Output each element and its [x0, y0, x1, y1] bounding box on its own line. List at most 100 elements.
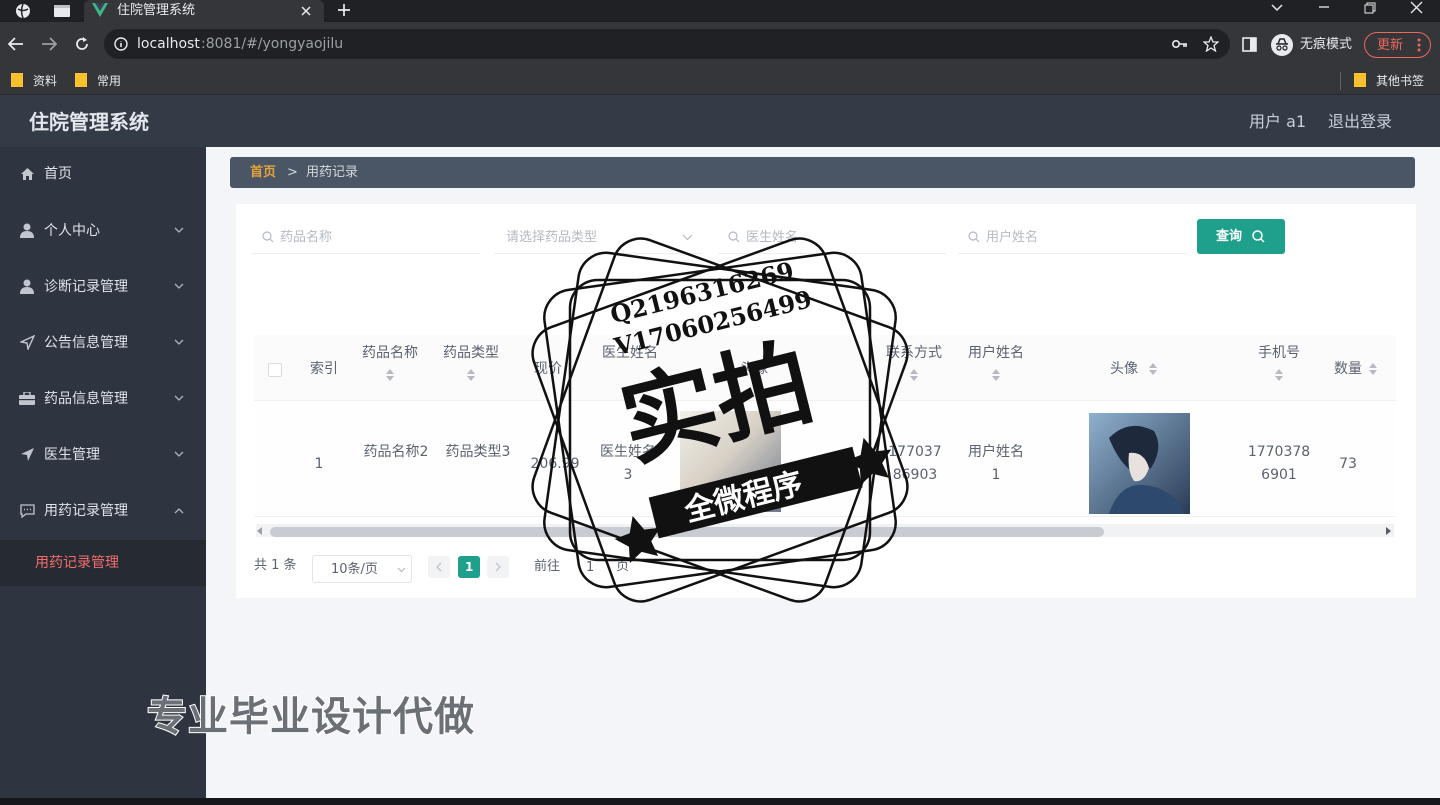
cell-doctor: 医生姓名3	[600, 444, 656, 483]
user-icon	[20, 223, 34, 238]
update-label: 更新	[1377, 38, 1404, 53]
more-icon[interactable]	[1417, 38, 1421, 52]
sidebar-item-diagnosis[interactable]: 诊断记录管理	[0, 264, 206, 310]
column-header[interactable]: 头像	[1094, 358, 1154, 381]
sort-icon[interactable]	[1149, 363, 1157, 375]
goto-page-input[interactable]: 1	[572, 555, 616, 581]
chevron-down-icon	[397, 567, 406, 573]
folder-icon	[75, 73, 87, 87]
info-icon[interactable]	[114, 37, 128, 51]
sidebar-item-notice[interactable]: 公告信息管理	[0, 320, 206, 366]
page-size-value: 10条/页	[331, 562, 378, 577]
scrollbar-thumb[interactable]	[270, 527, 1104, 537]
window-icon[interactable]	[53, 4, 71, 18]
sort-icon[interactable]	[992, 369, 1000, 381]
data-table: 索引 药品名称 药品类型 现价 医生姓名 头像 联系方式 用户姓名 头像 手机号…	[254, 335, 1396, 543]
user-avatar	[1089, 413, 1190, 514]
sidebar-item-doctors[interactable]: 医生管理	[0, 432, 206, 478]
query-button[interactable]: 查询	[1197, 219, 1285, 254]
user-name-placeholder: 用户姓名	[986, 230, 1039, 245]
bookmark-item[interactable]: 资料	[33, 75, 57, 87]
page-size-select[interactable]: 10条/页	[312, 555, 412, 583]
browser-toolbar: localhost :8081/#/yongyaojilu 无痕模式 更新	[0, 22, 1440, 67]
chevron-right-icon	[495, 562, 501, 572]
bookmarks-bar: 资料 常用 其他书签	[0, 67, 1440, 95]
next-page-button[interactable]	[487, 556, 509, 578]
briefcase-icon	[19, 392, 35, 405]
send-icon	[20, 335, 35, 350]
sort-icon[interactable]	[1369, 363, 1377, 375]
forward-icon[interactable]	[41, 37, 57, 51]
doctor-avatar	[680, 411, 781, 512]
scroll-left-icon[interactable]	[257, 527, 263, 535]
chevron-down-icon	[682, 234, 693, 241]
sidebar-item-drugs[interactable]: 药品信息管理	[0, 376, 206, 422]
close-tab-icon[interactable]	[300, 5, 312, 17]
back-icon[interactable]	[8, 37, 24, 51]
user-name-field[interactable]: 用户姓名	[958, 219, 1186, 254]
chevron-left-icon	[436, 562, 442, 572]
reload-icon[interactable]	[74, 36, 90, 52]
sidebar-item-medication[interactable]: 用药记录管理	[0, 488, 206, 534]
column-header[interactable]: 索引	[304, 358, 344, 381]
incognito-label: 无痕模式	[1300, 37, 1353, 52]
horizontal-scrollbar[interactable]	[256, 524, 1394, 537]
column-header[interactable]: 联系方式	[874, 342, 954, 381]
globe-icon[interactable]	[15, 3, 31, 19]
sort-icon[interactable]	[1275, 369, 1283, 381]
home-icon	[21, 168, 34, 180]
address-bar[interactable]: localhost :8081/#/yongyaojilu	[104, 29, 1230, 59]
column-header[interactable]: 手机号	[1239, 342, 1319, 381]
drug-type-select[interactable]: 请选择药品类型	[494, 219, 702, 254]
pagination-total: 共 1 条	[254, 558, 297, 573]
scroll-right-icon[interactable]	[1386, 527, 1392, 535]
column-header[interactable]: 数量	[1328, 358, 1368, 381]
column-header[interactable]: 医生姓名	[594, 342, 666, 365]
drug-name-field[interactable]: 药品名称	[252, 219, 480, 254]
doctor-name-field[interactable]: 医生姓名	[718, 219, 946, 254]
column-header[interactable]: 药品类型	[435, 342, 507, 381]
restore-icon[interactable]	[1364, 2, 1376, 14]
cell-phone: 17703786901	[1247, 444, 1311, 483]
search-icon	[262, 231, 274, 243]
doctor-name-placeholder: 医生姓名	[746, 230, 799, 245]
bookmark-item[interactable]: 常用	[97, 75, 121, 87]
new-tab-icon[interactable]	[337, 3, 351, 17]
column-header-label: 药品类型	[443, 345, 499, 361]
breadcrumb-home[interactable]: 首页	[250, 166, 276, 179]
url-path: :8081/#/yongyaojilu	[201, 36, 344, 52]
other-bookmarks[interactable]: 其他书签	[1376, 75, 1424, 87]
column-header[interactable]: 用户姓名	[956, 342, 1036, 381]
sort-icon[interactable]	[910, 369, 918, 381]
sidebar-icon[interactable]	[1242, 37, 1257, 52]
browser-tab-active[interactable]: 住院管理系统	[84, 0, 324, 22]
goto-suffix: 页	[616, 559, 630, 574]
update-button[interactable]: 更新	[1364, 32, 1431, 58]
key-icon[interactable]	[1172, 38, 1188, 50]
prev-page-button[interactable]	[428, 556, 450, 578]
sort-icon[interactable]	[386, 369, 394, 381]
minimize-icon[interactable]	[1318, 5, 1330, 9]
column-header[interactable]: 药品名称	[354, 342, 426, 381]
star-icon[interactable]	[1203, 36, 1219, 52]
column-header[interactable]: 现价	[518, 358, 578, 381]
select-all-checkbox[interactable]	[268, 363, 282, 377]
tab-title: 住院管理系统	[117, 3, 196, 18]
page-number-current[interactable]: 1	[458, 556, 480, 578]
cell-price: 206.99	[530, 456, 580, 472]
search-icon	[968, 231, 980, 243]
sidebar-item-home[interactable]: 首页	[0, 151, 206, 197]
sidebar-item-personal[interactable]: 个人中心	[0, 208, 206, 254]
sidebar-item-label: 药品信息管理	[44, 391, 128, 407]
sort-icon[interactable]	[467, 369, 475, 381]
column-header[interactable]: 头像	[724, 358, 784, 381]
column-header-label: 联系方式	[886, 345, 942, 361]
close-window-icon[interactable]	[1410, 1, 1423, 14]
chevron-down-icon[interactable]	[1271, 3, 1283, 13]
query-label: 查询	[1216, 229, 1243, 244]
sidebar-item-label: 个人中心	[44, 223, 100, 239]
sidebar-item-label: 首页	[44, 166, 72, 182]
sidebar-subitem-medication[interactable]: 用药记录管理	[0, 540, 206, 586]
logout-link[interactable]: 退出登录	[1328, 114, 1392, 130]
incognito-icon[interactable]	[1271, 34, 1293, 56]
